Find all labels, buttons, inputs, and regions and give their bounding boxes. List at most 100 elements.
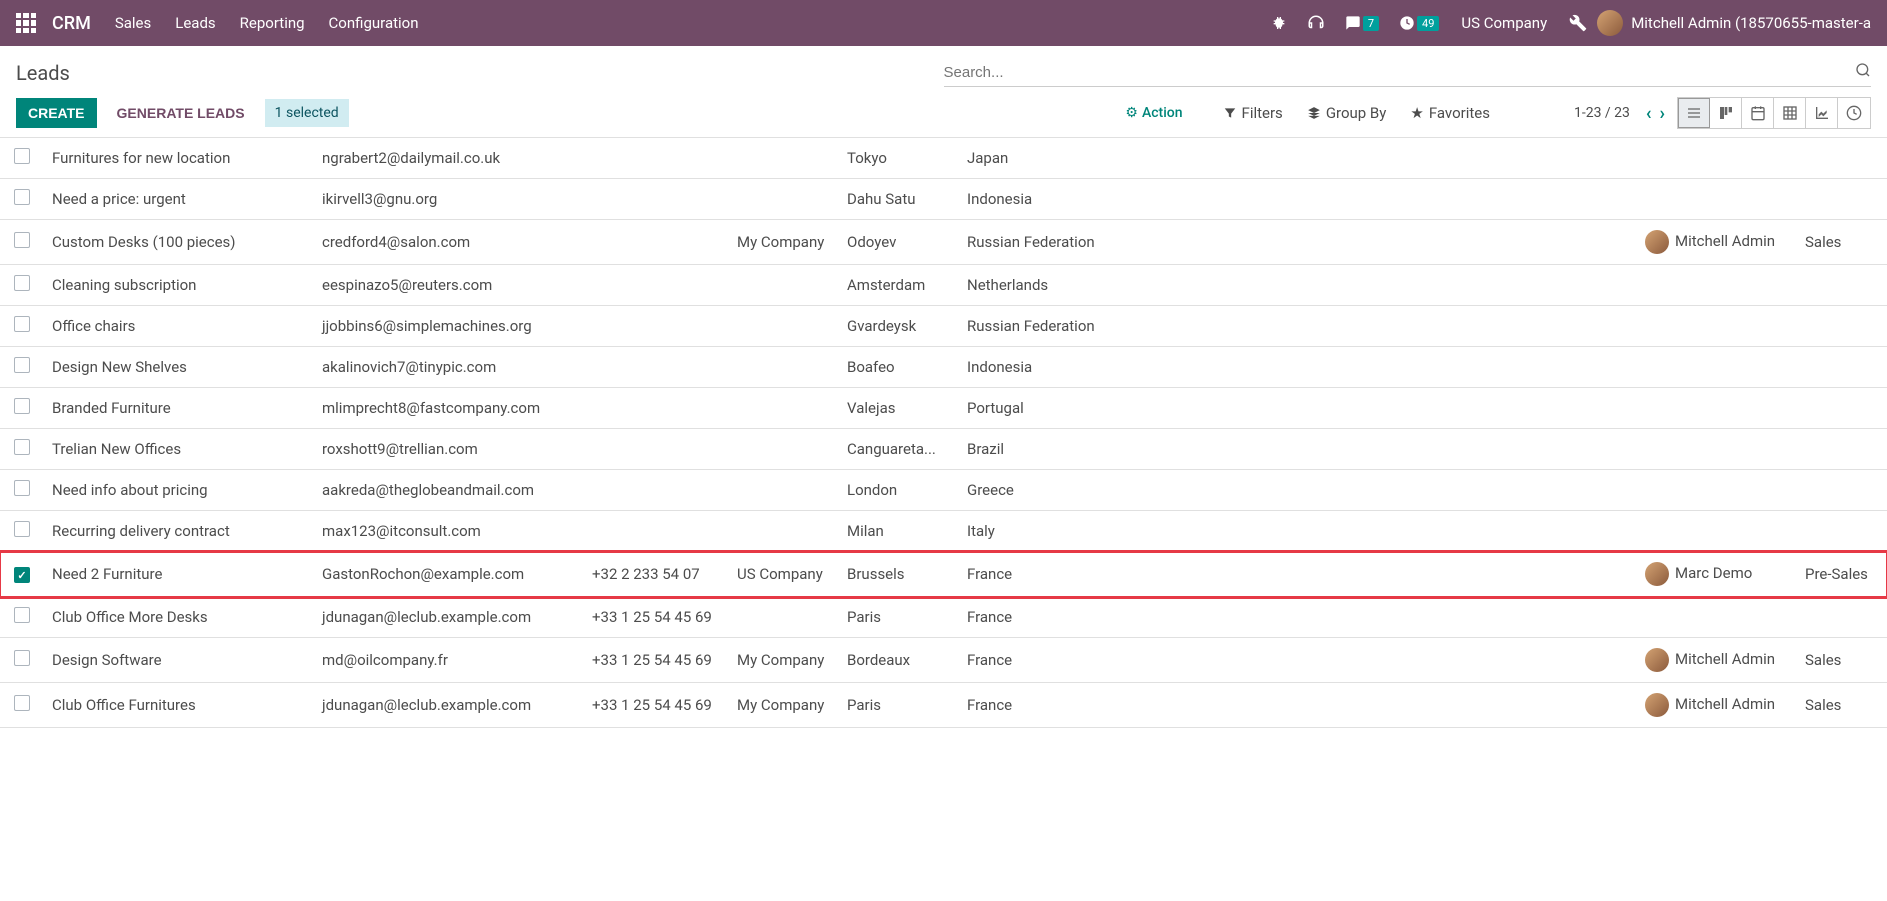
cell-lead: Recurring delivery contract: [44, 511, 314, 552]
row-checkbox[interactable]: [14, 275, 30, 291]
cell-company: US Company: [729, 552, 839, 597]
cell-email: jjobbins6@simplemachines.org: [314, 306, 584, 347]
table-row[interactable]: Cleaning subscriptioneespinazo5@reuters.…: [0, 265, 1887, 306]
cell-lead: Trelian New Offices: [44, 429, 314, 470]
cell-email: credford4@salon.com: [314, 220, 584, 265]
apps-icon[interactable]: [16, 13, 36, 33]
selected-count[interactable]: 1 selected: [265, 99, 349, 127]
table-row[interactable]: Need a price: urgentikirvell3@gnu.orgDah…: [0, 179, 1887, 220]
cell-phone: [584, 511, 729, 552]
generate-leads-button[interactable]: GENERATE LEADS: [105, 98, 257, 128]
table-row[interactable]: Design New Shelvesakalinovich7@tinypic.c…: [0, 347, 1887, 388]
view-kanban[interactable]: [1710, 98, 1742, 128]
row-checkbox[interactable]: [14, 650, 30, 666]
cell-email: ikirvell3@gnu.org: [314, 179, 584, 220]
favorites-dropdown[interactable]: ★Favorites: [1410, 104, 1490, 122]
search-bar[interactable]: [944, 58, 1872, 87]
table-row[interactable]: Club Office More Desksjdunagan@leclub.ex…: [0, 597, 1887, 638]
cell-phone: [584, 388, 729, 429]
table-row[interactable]: Need info about pricingaakreda@theglobea…: [0, 470, 1887, 511]
table-row[interactable]: Recurring delivery contractmax123@itcons…: [0, 511, 1887, 552]
row-checkbox[interactable]: [14, 316, 30, 332]
search-input[interactable]: [944, 64, 1856, 81]
table-row[interactable]: Club Office Furnituresjdunagan@leclub.ex…: [0, 683, 1887, 728]
pager-next[interactable]: ›: [1660, 103, 1665, 124]
nav-leads[interactable]: Leads: [175, 14, 215, 32]
messages-icon[interactable]: 7: [1345, 15, 1379, 31]
app-brand[interactable]: CRM: [52, 13, 91, 34]
table-row[interactable]: Design Softwaremd@oilcompany.fr+33 1 25 …: [0, 638, 1887, 683]
row-checkbox[interactable]: [14, 357, 30, 373]
table-row[interactable]: Custom Desks (100 pieces)credford4@salon…: [0, 220, 1887, 265]
pager-prev[interactable]: ‹: [1646, 103, 1652, 124]
cell-company: [729, 388, 839, 429]
cell-company: My Company: [729, 220, 839, 265]
cell-country: Russian Federation: [959, 220, 1159, 265]
cell-salesperson: Mitchell Admin: [1637, 220, 1797, 265]
cell-country: Italy: [959, 511, 1159, 552]
row-checkbox[interactable]: [14, 439, 30, 455]
salesperson-avatar: [1645, 648, 1669, 672]
cell-city: Paris: [839, 683, 959, 728]
cell-salesperson: [1637, 429, 1797, 470]
cell-phone: [584, 220, 729, 265]
nav-configuration[interactable]: Configuration: [329, 14, 419, 32]
call-icon[interactable]: [1307, 14, 1325, 32]
search-icon[interactable]: [1855, 62, 1871, 82]
row-checkbox[interactable]: [14, 398, 30, 414]
table-row[interactable]: Office chairsjjobbins6@simplemachines.or…: [0, 306, 1887, 347]
cell-city: Amsterdam: [839, 265, 959, 306]
cell-team: [1797, 388, 1887, 429]
row-checkbox[interactable]: [14, 607, 30, 623]
cell-salesperson: Mitchell Admin: [1637, 683, 1797, 728]
nav-reporting[interactable]: Reporting: [240, 14, 305, 32]
cell-company: [729, 179, 839, 220]
cell-lead: Need 2 Furniture: [44, 552, 314, 597]
row-checkbox[interactable]: [14, 232, 30, 248]
cell-company: [729, 265, 839, 306]
tools-icon[interactable]: [1569, 14, 1587, 32]
cell-team: [1797, 511, 1887, 552]
page-title: Leads: [16, 61, 70, 85]
view-calendar[interactable]: [1742, 98, 1774, 128]
view-pivot[interactable]: [1774, 98, 1806, 128]
row-checkbox[interactable]: [14, 480, 30, 496]
view-graph[interactable]: [1806, 98, 1838, 128]
cell-salesperson: [1637, 597, 1797, 638]
table-row[interactable]: Trelian New Officesroxshott9@trellian.co…: [0, 429, 1887, 470]
company-selector[interactable]: US Company: [1461, 14, 1547, 32]
nav-sales[interactable]: Sales: [115, 14, 151, 32]
messages-badge: 7: [1363, 16, 1379, 31]
cell-phone: +33 1 25 54 45 69: [584, 683, 729, 728]
user-menu[interactable]: Mitchell Admin (18570655-master-a: [1597, 10, 1871, 36]
cell-team: [1797, 138, 1887, 179]
row-checkbox[interactable]: [14, 567, 30, 583]
cell-country: Brazil: [959, 429, 1159, 470]
view-list[interactable]: [1678, 98, 1710, 128]
top-nav-bar: CRM Sales Leads Reporting Configuration …: [0, 0, 1887, 46]
cell-salesperson: [1637, 388, 1797, 429]
cell-phone: [584, 347, 729, 388]
cell-salesperson: [1637, 179, 1797, 220]
cell-email: aakreda@theglobeandmail.com: [314, 470, 584, 511]
cell-email: ngrabert2@dailymail.co.uk: [314, 138, 584, 179]
cell-lead: Furnitures for new location: [44, 138, 314, 179]
row-checkbox[interactable]: [14, 695, 30, 711]
cell-country: Greece: [959, 470, 1159, 511]
table-row[interactable]: Need 2 FurnitureGastonRochon@example.com…: [0, 552, 1887, 597]
action-dropdown[interactable]: ⚙Action: [1125, 105, 1182, 121]
cell-country: France: [959, 552, 1159, 597]
row-checkbox[interactable]: [14, 189, 30, 205]
cell-email: jdunagan@leclub.example.com: [314, 597, 584, 638]
row-checkbox[interactable]: [14, 521, 30, 537]
debug-icon[interactable]: [1271, 15, 1287, 31]
activities-icon[interactable]: 49: [1399, 15, 1439, 31]
create-button[interactable]: CREATE: [16, 98, 97, 128]
groupby-dropdown[interactable]: Group By: [1307, 104, 1387, 122]
table-row[interactable]: Branded Furnituremlimprecht8@fastcompany…: [0, 388, 1887, 429]
table-row[interactable]: Furnitures for new locationngrabert2@dai…: [0, 138, 1887, 179]
row-checkbox[interactable]: [14, 148, 30, 164]
cell-email: max123@itconsult.com: [314, 511, 584, 552]
filters-dropdown[interactable]: Filters: [1223, 104, 1283, 122]
view-activity[interactable]: [1838, 98, 1870, 128]
